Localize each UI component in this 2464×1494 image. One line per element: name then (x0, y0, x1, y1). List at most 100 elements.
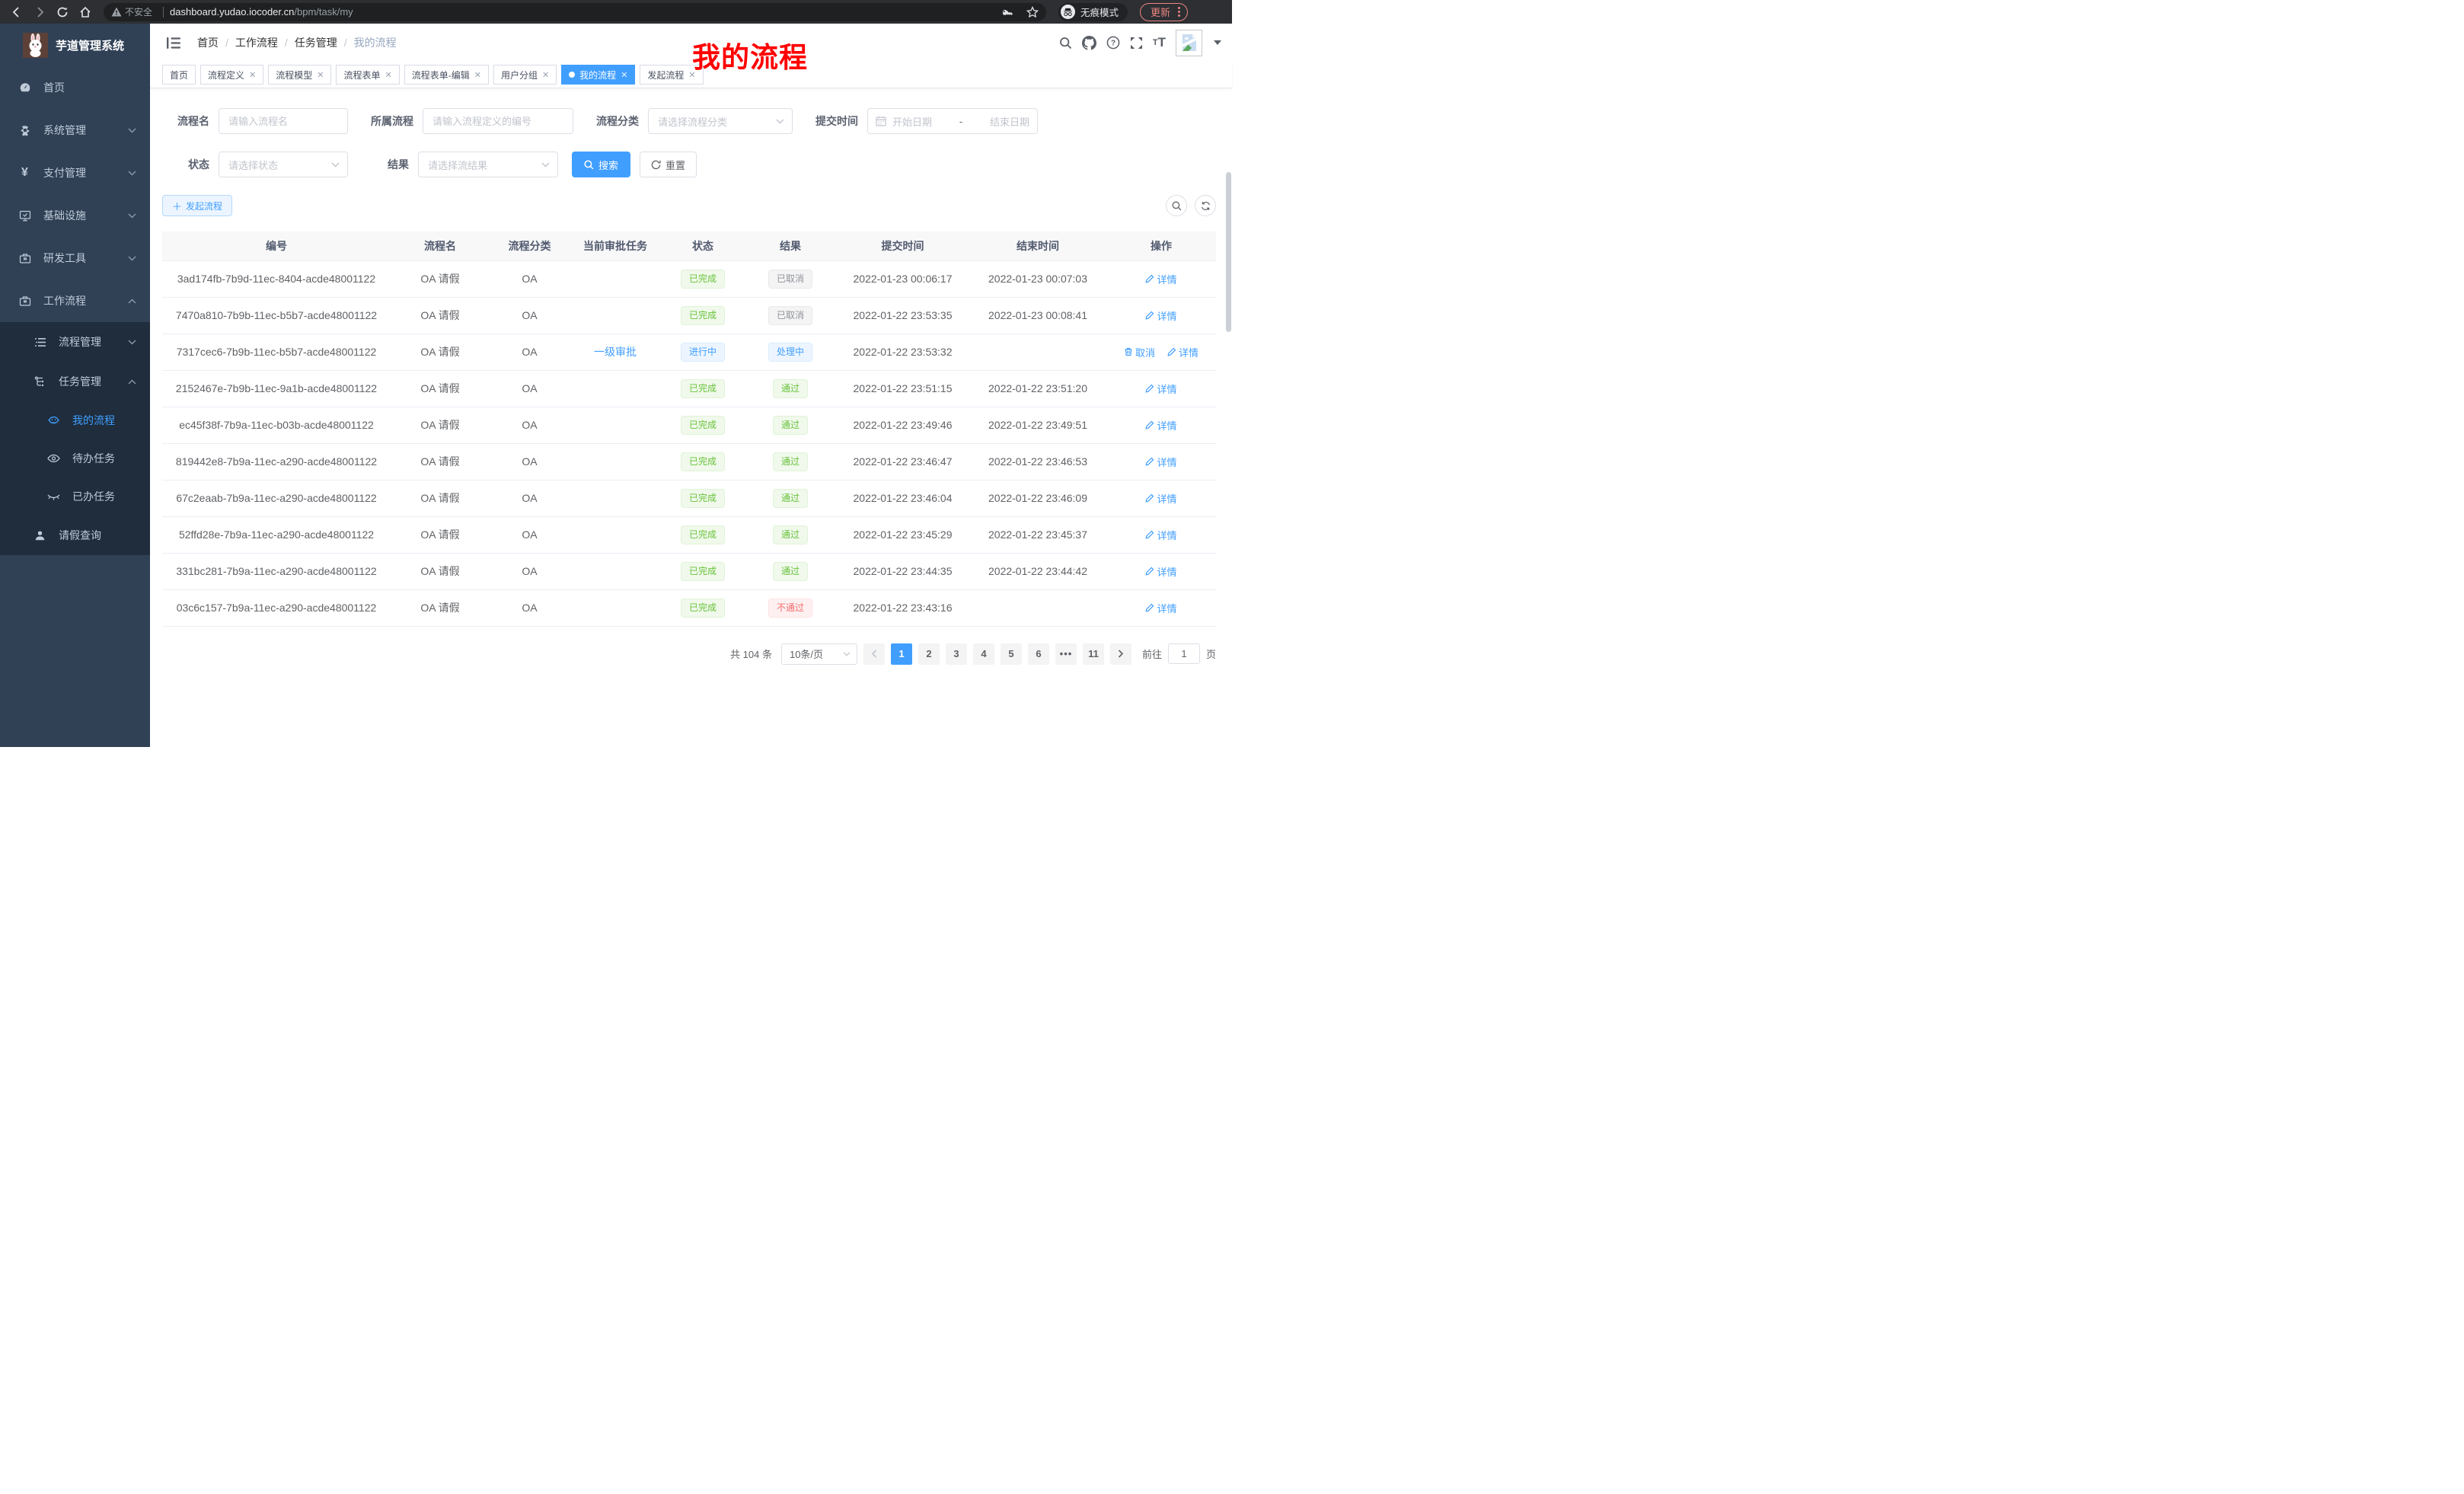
tab-process-form[interactable]: 流程表单✕ (336, 65, 399, 85)
close-icon[interactable]: ✕ (249, 70, 256, 80)
detail-link[interactable]: 详情 (1145, 601, 1176, 615)
detail-link[interactable]: 详情 (1145, 418, 1176, 433)
detail-link[interactable]: 详情 (1145, 381, 1176, 396)
breadcrumb-item[interactable]: 工作流程 (235, 35, 278, 50)
avatar[interactable] (1176, 30, 1202, 56)
edit-icon (1145, 420, 1154, 429)
close-icon[interactable]: ✕ (621, 70, 627, 80)
browser-back-icon[interactable] (8, 3, 26, 21)
cancel-link[interactable]: 取消 (1124, 345, 1155, 359)
status-select[interactable]: 请选择状态 (219, 152, 348, 177)
detail-link[interactable]: 详情 (1145, 564, 1176, 579)
sidebar-item-task-management[interactable]: 任务管理 (0, 362, 150, 401)
filter-time-label: 提交时间 (808, 113, 858, 129)
process-definition-input[interactable] (423, 109, 573, 133)
chevron-down-icon (128, 171, 136, 176)
avatar-dropdown-icon[interactable] (1214, 40, 1221, 45)
help-icon[interactable]: ? (1106, 36, 1120, 49)
task-link[interactable]: 一级审批 (594, 346, 637, 358)
search-icon[interactable] (1059, 37, 1072, 49)
close-icon[interactable]: ✕ (542, 70, 549, 80)
browser-menu-icon[interactable] (1178, 7, 1180, 17)
result-badge: 已取消 (768, 306, 812, 325)
breadcrumb-item[interactable]: 首页 (197, 35, 219, 50)
dashboard-icon (18, 81, 31, 94)
sidebar-item-dev-tools[interactable]: 研发工具 (0, 237, 150, 279)
detail-link[interactable]: 详情 (1145, 272, 1176, 286)
search-button[interactable]: 搜索 (572, 152, 630, 177)
sidebar-item-done-tasks[interactable]: 已办任务 (0, 477, 150, 516)
browser-home-icon[interactable] (76, 3, 94, 21)
chevron-down-icon (331, 162, 340, 168)
status-badge: 进行中 (681, 343, 725, 362)
security-label[interactable]: 不安全 (125, 5, 152, 18)
reset-button[interactable]: 重置 (640, 152, 697, 177)
detail-link[interactable]: 详情 (1145, 308, 1176, 323)
sidebar-item-home[interactable]: 首页 (0, 66, 150, 109)
scrollbar-track[interactable] (1225, 50, 1232, 747)
detail-link[interactable]: 详情 (1145, 455, 1176, 469)
total-count: 共 104 条 (730, 646, 772, 661)
page-size-select[interactable]: 10条/页 (781, 643, 857, 665)
page-button-5[interactable]: 5 (1001, 643, 1022, 665)
detail-link[interactable]: 详情 (1145, 491, 1176, 506)
password-key-icon[interactable] (1003, 5, 1016, 18)
goto-page-input[interactable] (1168, 643, 1200, 664)
font-size-icon[interactable]: TT (1153, 35, 1166, 50)
tab-user-group[interactable]: 用户分组✕ (493, 65, 557, 85)
sidebar-item-payment[interactable]: ¥ 支付管理 (0, 152, 150, 194)
create-process-button[interactable]: ＋ 发起流程 (162, 195, 232, 216)
close-icon[interactable]: ✕ (474, 70, 481, 80)
sidebar-item-todo-tasks[interactable]: 待办任务 (0, 439, 150, 477)
category-select[interactable]: 请选择流程分类 (648, 108, 793, 134)
address-bar[interactable]: 不安全 dashboard.yudao.iocoder.cn/bpm/task/… (104, 3, 1046, 21)
toggle-search-button[interactable] (1166, 195, 1187, 216)
sidebar-item-process-management[interactable]: 流程管理 (0, 322, 150, 362)
sidebar-item-workflow[interactable]: 工作流程 (0, 279, 150, 322)
sidebar-item-system[interactable]: 系统管理 (0, 109, 150, 152)
tab-process-definition[interactable]: 流程定义✕ (200, 65, 263, 85)
page-button-2[interactable]: 2 (918, 643, 940, 665)
page-button-1[interactable]: 1 (891, 643, 912, 665)
app-title: 芋道管理系统 (56, 37, 124, 53)
github-icon[interactable] (1082, 36, 1096, 50)
scrollbar-thumb[interactable] (1226, 172, 1231, 332)
prev-page-button[interactable] (863, 643, 885, 665)
page-button-3[interactable]: 3 (946, 643, 967, 665)
fullscreen-icon[interactable] (1130, 37, 1143, 49)
tab-my-process[interactable]: 我的流程✕ (561, 65, 635, 85)
close-icon[interactable]: ✕ (317, 70, 324, 80)
close-icon[interactable]: ✕ (385, 70, 392, 80)
edit-icon (1145, 567, 1154, 576)
tab-process-form-edit[interactable]: 流程表单-编辑✕ (404, 65, 489, 85)
sidebar-item-label: 已办任务 (72, 489, 115, 504)
tab-home[interactable]: 首页 (162, 65, 196, 85)
chevron-right-icon (1118, 650, 1124, 658)
page-button-4[interactable]: 4 (973, 643, 994, 665)
page-button-6[interactable]: 6 (1028, 643, 1049, 665)
sidebar-item-infrastructure[interactable]: 基础设施 (0, 194, 150, 237)
table-row: 819442e8-7b9a-11ec-a290-acde48001122 OA … (162, 443, 1216, 480)
detail-link[interactable]: 详情 (1145, 528, 1176, 542)
trash-icon (1124, 347, 1133, 356)
browser-forward-icon[interactable] (30, 3, 49, 21)
filter-status-label: 状态 (162, 157, 209, 172)
sidebar-item-my-process[interactable]: 我的流程 (0, 401, 150, 439)
refresh-table-button[interactable] (1195, 195, 1216, 216)
next-page-button[interactable] (1110, 643, 1131, 665)
tab-process-model[interactable]: 流程模型✕ (268, 65, 331, 85)
breadcrumb-item[interactable]: 任务管理 (295, 35, 337, 50)
submit-time-range-picker[interactable]: 开始日期 - 结束日期 (867, 108, 1038, 134)
page-button-11[interactable]: 11 (1083, 643, 1104, 665)
sidebar-toggle-icon[interactable] (161, 37, 187, 49)
result-badge: 通过 (773, 416, 808, 435)
browser-reload-icon[interactable] (53, 3, 72, 21)
detail-link[interactable]: 详情 (1167, 345, 1198, 359)
app-logo (23, 33, 48, 58)
sidebar-item-leave-query[interactable]: 请假查询 (0, 516, 150, 555)
more-pages-button[interactable]: ••• (1055, 643, 1077, 665)
process-name-input[interactable] (219, 108, 348, 134)
browser-update-button[interactable]: 更新 (1140, 3, 1188, 21)
bookmark-star-icon[interactable] (1026, 6, 1039, 18)
result-select[interactable]: 请选择流结果 (418, 152, 558, 177)
